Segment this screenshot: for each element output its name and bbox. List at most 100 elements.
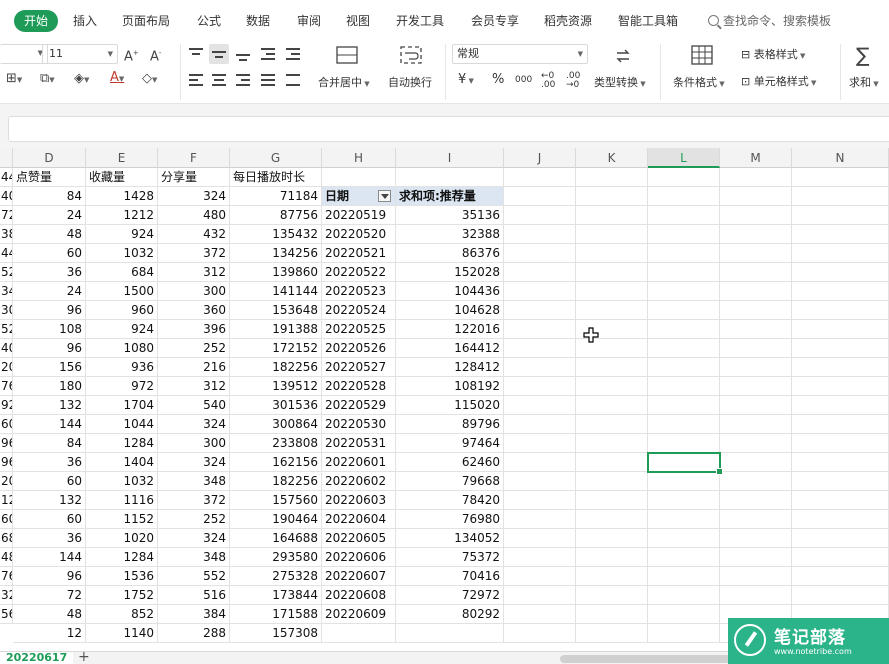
clipped-cell[interactable]: 72	[0, 206, 13, 225]
cell[interactable]: 1404	[86, 453, 158, 472]
cell[interactable]: 1284	[86, 434, 158, 453]
merge-center-icon[interactable]	[335, 44, 359, 66]
pivot-value-cell[interactable]: 104436	[396, 282, 504, 301]
pivot-value-cell[interactable]: 122016	[396, 320, 504, 339]
cell[interactable]	[720, 472, 792, 491]
currency-button[interactable]: ¥ ▼	[458, 72, 474, 87]
cell[interactable]	[504, 168, 576, 187]
cell[interactable]	[720, 225, 792, 244]
clipped-cell[interactable]: 40	[0, 187, 13, 206]
cell[interactable]: 300	[158, 434, 230, 453]
cell[interactable]	[576, 168, 648, 187]
pivot-date-cell[interactable]: 20220522	[322, 263, 396, 282]
cell[interactable]	[576, 434, 648, 453]
cell[interactable]: 1536	[86, 567, 158, 586]
cell[interactable]	[576, 263, 648, 282]
cell[interactable]	[792, 434, 889, 453]
cell[interactable]	[648, 168, 720, 187]
cell[interactable]	[648, 339, 720, 358]
cell[interactable]: 1032	[86, 472, 158, 491]
cell[interactable]	[792, 491, 889, 510]
clipped-cell[interactable]: 12	[0, 491, 13, 510]
cell[interactable]: 171588	[230, 605, 322, 624]
fill-color-icon[interactable]: ◈▼	[74, 72, 89, 87]
cell[interactable]	[792, 548, 889, 567]
decrease-indent-icon[interactable]	[258, 44, 278, 64]
align-left-icon[interactable]	[186, 70, 206, 90]
cell[interactable]	[504, 624, 576, 643]
cell[interactable]	[322, 168, 396, 187]
pivot-value-cell[interactable]: 134052	[396, 529, 504, 548]
pivot-date-cell[interactable]: 20220606	[322, 548, 396, 567]
cell[interactable]: 36	[13, 529, 86, 548]
cell[interactable]: 301536	[230, 396, 322, 415]
cell[interactable]	[648, 624, 720, 643]
cell[interactable]: 924	[86, 225, 158, 244]
cell[interactable]	[504, 605, 576, 624]
pivot-value-cell[interactable]: 97464	[396, 434, 504, 453]
selected-cell[interactable]	[647, 452, 723, 475]
cell[interactable]	[504, 206, 576, 225]
cell[interactable]	[792, 168, 889, 187]
tab-member[interactable]: 会员专享	[471, 10, 519, 32]
sum-icon[interactable]: ∑	[856, 44, 869, 66]
cell[interactable]	[648, 206, 720, 225]
command-search[interactable]: 查找命令、搜索模板	[708, 10, 831, 32]
cell[interactable]	[720, 206, 792, 225]
cell[interactable]: 190464	[230, 510, 322, 529]
cell[interactable]	[504, 586, 576, 605]
pivot-date-cell[interactable]: 20220521	[322, 244, 396, 263]
cell[interactable]	[720, 282, 792, 301]
cell[interactable]: 72	[13, 586, 86, 605]
cell[interactable]	[720, 434, 792, 453]
cell[interactable]	[576, 206, 648, 225]
cell[interactable]: 36	[13, 453, 86, 472]
tab-insert[interactable]: 插入	[73, 10, 97, 32]
cell[interactable]: 24	[13, 282, 86, 301]
cell[interactable]: 157560	[230, 491, 322, 510]
pivot-value-cell[interactable]: 128412	[396, 358, 504, 377]
cell[interactable]	[648, 282, 720, 301]
pivot-value-cell[interactable]: 79668	[396, 472, 504, 491]
tab-data[interactable]: 数据	[246, 10, 270, 32]
cell[interactable]	[792, 396, 889, 415]
cell[interactable]: 324	[158, 529, 230, 548]
pivot-value-cell[interactable]: 75372	[396, 548, 504, 567]
cell[interactable]: 372	[158, 491, 230, 510]
cell[interactable]: 1044	[86, 415, 158, 434]
cell[interactable]: 252	[158, 510, 230, 529]
clipped-cell[interactable]: 52	[0, 320, 13, 339]
distributed-align-icon[interactable]	[283, 70, 303, 90]
cell[interactable]: 84	[13, 434, 86, 453]
cell[interactable]	[576, 567, 648, 586]
align-bottom-icon[interactable]	[233, 44, 253, 64]
pivot-date-cell[interactable]	[322, 624, 396, 643]
pivot-date-cell[interactable]: 20220528	[322, 377, 396, 396]
align-center-icon[interactable]	[209, 70, 229, 90]
font-name-dropdown[interactable]: ▼	[0, 44, 48, 64]
cell[interactable]: 1704	[86, 396, 158, 415]
thousands-button[interactable]: 000	[515, 75, 532, 85]
column-header-m[interactable]: M	[720, 148, 792, 168]
font-size-dropdown[interactable]: 11 ▼	[42, 44, 118, 64]
cell[interactable]	[720, 529, 792, 548]
cell[interactable]	[720, 187, 792, 206]
tab-review[interactable]: 审阅	[297, 10, 321, 32]
cell[interactable]	[720, 548, 792, 567]
cell[interactable]	[648, 187, 720, 206]
pivot-value-cell[interactable]: 86376	[396, 244, 504, 263]
cell[interactable]: 12	[13, 624, 86, 643]
header-cell[interactable]: 点赞量	[13, 168, 86, 187]
cell[interactable]: 324	[158, 187, 230, 206]
cell[interactable]: 182256	[230, 472, 322, 491]
cell[interactable]: 96	[13, 301, 86, 320]
conditional-format-icon[interactable]	[690, 44, 714, 66]
cell[interactable]: 87756	[230, 206, 322, 225]
tab-view[interactable]: 视图	[346, 10, 370, 32]
pivot-date-cell[interactable]: 20220524	[322, 301, 396, 320]
cell[interactable]	[720, 453, 792, 472]
cell[interactable]	[576, 187, 648, 206]
tab-home[interactable]: 开始	[14, 10, 59, 32]
cell[interactable]	[648, 377, 720, 396]
column-header-h[interactable]: H	[322, 148, 396, 168]
